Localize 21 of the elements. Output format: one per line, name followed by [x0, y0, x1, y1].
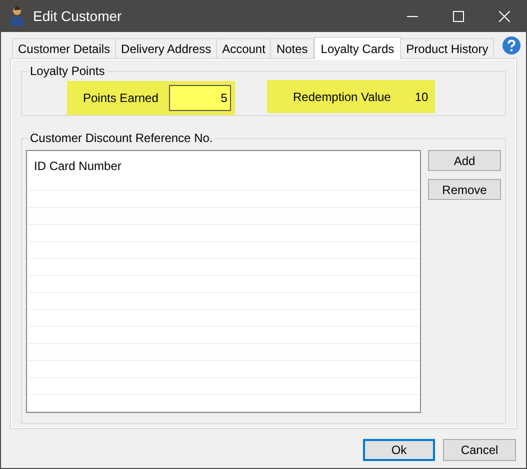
redemption-value: 10 — [414, 88, 428, 106]
tab[interactable]: Loyalty Cards — [314, 37, 402, 59]
window-title: Edit Customer — [33, 6, 122, 26]
help-icon[interactable] — [502, 36, 521, 55]
tab[interactable]: Notes — [270, 38, 314, 58]
column-header: ID Card Number — [34, 159, 122, 173]
close-icon — [498, 10, 510, 22]
dialog-button[interactable]: Cancel — [443, 439, 516, 461]
list-button[interactable]: Add — [428, 150, 501, 171]
maximize-icon — [452, 10, 464, 22]
tab[interactable]: Customer Details — [12, 38, 116, 58]
person-icon — [9, 6, 25, 26]
list-button[interactable]: Remove — [428, 179, 501, 200]
points-earned-field[interactable]: 5 — [169, 85, 232, 111]
card-list[interactable]: ID Card Number — [26, 150, 421, 413]
dialog-button[interactable]: Ok — [363, 439, 435, 461]
field-label: Points Earned — [83, 90, 158, 107]
tab[interactable]: Product History — [400, 38, 494, 58]
field-label: Redemption Value — [293, 88, 391, 106]
group-title: Loyalty Points — [28, 63, 107, 79]
tab[interactable]: Delivery Address — [115, 38, 218, 58]
